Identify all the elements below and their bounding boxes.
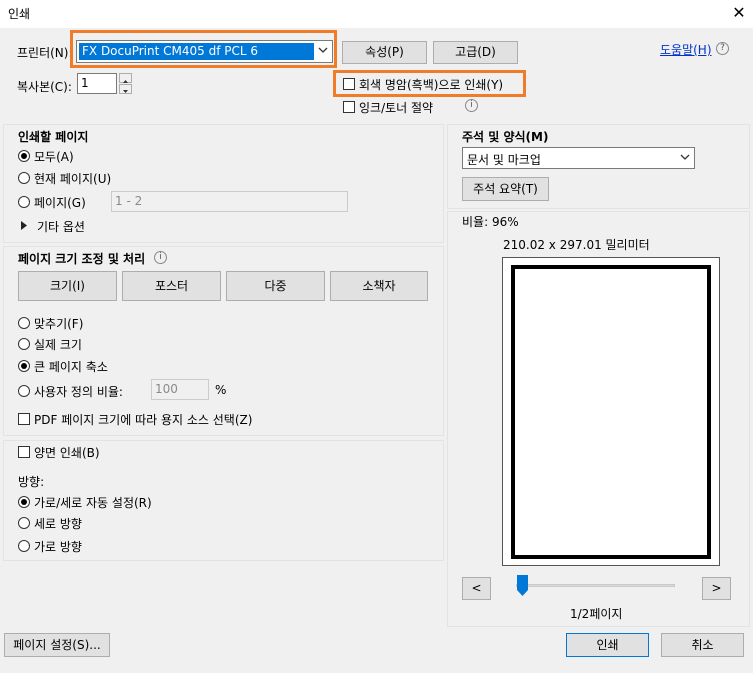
copies-down-button[interactable] [119, 84, 132, 94]
advanced-button[interactable]: 고급(D) [433, 41, 518, 64]
orientation-auto-label: 가로/세로 자동 설정(R) [34, 496, 152, 510]
print-button[interactable]: 인쇄 [566, 633, 649, 657]
comments-selected-value: 문서 및 마크업 [467, 153, 541, 167]
shrink-label: 큰 페이지 축소 [34, 360, 108, 374]
pages-range-radio[interactable] [18, 196, 30, 208]
fit-radio[interactable] [18, 317, 30, 329]
pages-current-radio[interactable] [18, 172, 30, 184]
custom-scale-label: 사용자 정의 비율: [34, 385, 123, 399]
printer-label: 프린터(N): [17, 46, 73, 60]
summarize-comments-button[interactable]: 주석 요약(T) [462, 177, 549, 201]
info-icon[interactable]: i [154, 251, 167, 264]
zoom-label: 비율: 96% [462, 215, 519, 229]
grayscale-label: 회색 명암(흑백)으로 인쇄(Y) [359, 78, 504, 92]
next-page-button[interactable]: > [702, 577, 731, 600]
poster-button[interactable]: 포스터 [122, 271, 221, 301]
prev-page-button[interactable]: < [462, 577, 491, 600]
comments-heading: 주석 및 양식(M) [462, 130, 549, 144]
help-link[interactable]: 도움말(H) [660, 41, 712, 58]
properties-button[interactable]: 속성(P) [342, 41, 427, 64]
pdf-source-label: PDF 페이지 크기에 따라 용지 소스 선택(Z) [34, 413, 253, 427]
page-setup-button[interactable]: 페이지 설정(S)... [4, 633, 110, 657]
orientation-auto-radio[interactable] [18, 496, 30, 508]
page-preview-frame [502, 257, 720, 566]
orientation-portrait-label: 세로 방향 [34, 517, 82, 531]
orientation-portrait-radio[interactable] [18, 517, 30, 529]
duplex-checkbox[interactable] [18, 446, 30, 458]
shrink-radio[interactable] [18, 360, 30, 372]
percent-label: % [215, 383, 227, 397]
orientation-heading: 방향: [18, 475, 45, 489]
close-button[interactable]: ✕ [727, 1, 751, 25]
page-indicator: 1/2페이지 [570, 607, 623, 621]
chevron-down-icon [680, 154, 690, 160]
fit-label: 맞추기(F) [34, 317, 84, 331]
save-ink-label: 잉크/토너 절약 [359, 101, 434, 115]
page-slider-track[interactable] [516, 584, 675, 587]
expand-triangle-icon[interactable] [20, 221, 28, 230]
multiple-button[interactable]: 다중 [226, 271, 325, 301]
pages-range-input[interactable]: 1 - 2 [111, 191, 348, 212]
size-button[interactable]: 크기(I) [18, 271, 117, 301]
page-slider-thumb[interactable] [517, 575, 528, 596]
grayscale-checkbox[interactable] [343, 78, 355, 90]
help-icon[interactable]: ? [716, 42, 729, 55]
orientation-landscape-radio[interactable] [18, 540, 30, 552]
pages-all-label: 모두(A) [34, 150, 74, 164]
comments-select[interactable]: 문서 및 마크업 [462, 147, 695, 169]
pages-all-radio[interactable] [18, 150, 30, 162]
page-preview [511, 265, 711, 559]
pdf-source-checkbox[interactable] [18, 413, 30, 425]
booklet-button[interactable]: 소책자 [330, 271, 428, 301]
copies-up-button[interactable] [119, 73, 132, 83]
copies-input[interactable]: 1 [77, 73, 117, 94]
chevron-down-icon [318, 47, 328, 53]
save-ink-checkbox[interactable] [343, 101, 355, 113]
page-sizing-heading: 페이지 크기 조정 및 처리 [18, 252, 146, 266]
actual-size-label: 실제 크기 [34, 338, 82, 352]
duplex-label: 양면 인쇄(B) [34, 446, 100, 460]
pages-range-label: 페이지(G) [34, 196, 86, 210]
copies-label: 복사본(C): [17, 80, 72, 94]
custom-scale-input[interactable]: 100 [151, 379, 209, 400]
pages-current-label: 현재 페이지(U) [34, 172, 112, 186]
printer-select[interactable]: FX DocuPrint CM405 df PCL 6 [76, 40, 333, 63]
actual-size-radio[interactable] [18, 338, 30, 350]
pages-to-print-heading: 인쇄할 페이지 [18, 130, 89, 144]
caret-down-icon [123, 90, 128, 93]
window-title: 인쇄 [8, 7, 31, 21]
info-icon[interactable]: i [465, 99, 478, 112]
custom-scale-radio[interactable] [18, 385, 30, 397]
printer-selected-value: FX DocuPrint CM405 df PCL 6 [79, 43, 314, 60]
orientation-landscape-label: 가로 방향 [34, 540, 82, 554]
cancel-button[interactable]: 취소 [661, 633, 744, 657]
more-options-label[interactable]: 기타 옵션 [37, 218, 85, 235]
page-dimensions: 210.02 x 297.01 밀리미터 [503, 238, 650, 252]
title-bar [0, 0, 753, 28]
